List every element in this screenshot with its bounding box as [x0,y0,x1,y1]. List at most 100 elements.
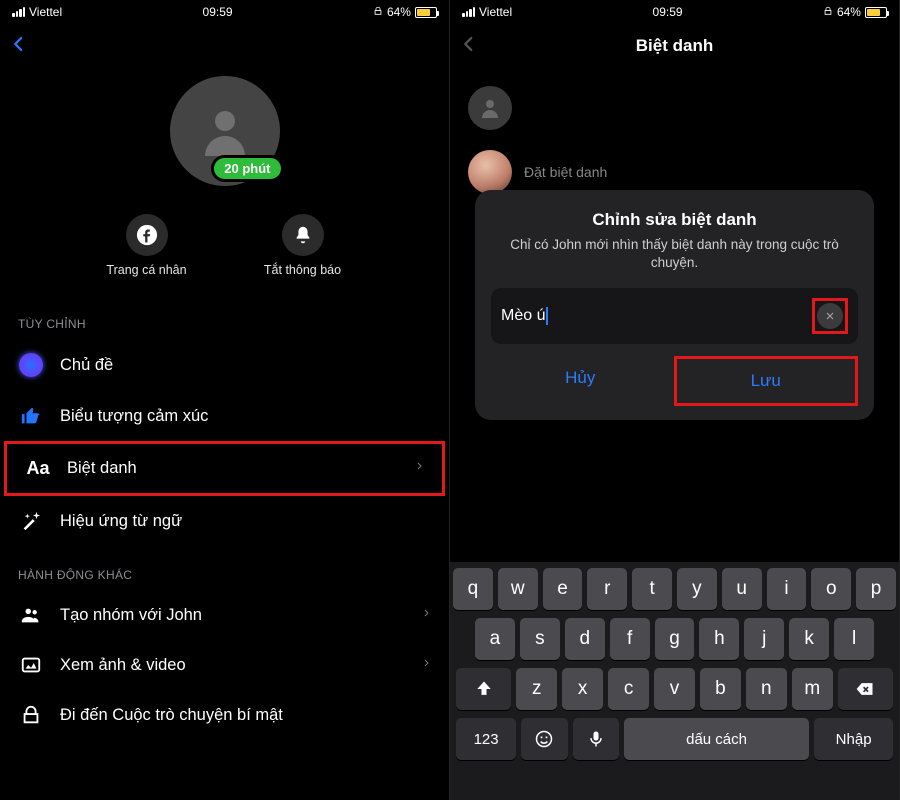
nav-bar: Biệt danh [450,24,899,68]
cancel-button[interactable]: Hủy [491,356,670,406]
profile-action-label: Trang cá nhân [106,263,186,277]
key-o[interactable]: o [811,568,851,610]
group-icon [18,604,44,626]
contact-subtitle: Đặt biệt danh [524,164,607,180]
key-g[interactable]: g [655,618,695,660]
key-p[interactable]: p [856,568,896,610]
keyboard-row-1: qwertyuiop [453,568,896,610]
key-d[interactable]: d [565,618,605,660]
orientation-lock-icon [373,5,383,19]
key-j[interactable]: j [744,618,784,660]
row-media[interactable]: Xem ảnh & video [0,640,449,690]
row-emoji-label: Biểu tượng cảm xúc [60,407,431,426]
row-nickname[interactable]: Aa Biệt danh [4,441,445,496]
clock: 09:59 [653,5,683,19]
mute-action-label: Tắt thông báo [264,263,341,277]
lock-icon [18,704,44,726]
key-z[interactable]: z [516,668,557,710]
battery-percent: 64% [387,5,411,19]
theme-icon [19,353,43,377]
clock: 09:59 [203,5,233,19]
keyboard-row-4: 123 dấu cách Nhập [453,718,896,760]
row-emoji[interactable]: Biểu tượng cảm xúc [0,391,449,441]
enter-key[interactable]: Nhập [814,718,893,760]
key-h[interactable]: h [699,618,739,660]
nav-title: Biệt danh [450,36,899,56]
status-bar: Viettel 09:59 64% [450,0,899,24]
row-create-group[interactable]: Tạo nhóm với John [0,590,449,640]
key-r[interactable]: r [587,568,627,610]
battery-icon [865,7,887,18]
row-word-effects[interactable]: Hiệu ứng từ ngữ [0,496,449,546]
mic-key[interactable] [573,718,619,760]
battery-fill [417,9,430,16]
media-icon [18,654,44,676]
emoji-key[interactable] [521,718,567,760]
clear-input-highlight [812,298,848,334]
key-a[interactable]: a [475,618,515,660]
mute-action[interactable]: Tắt thông báo [248,214,358,277]
bell-icon [282,214,324,256]
backspace-key[interactable] [838,668,893,710]
space-key[interactable]: dấu cách [624,718,809,760]
carrier-label: Viettel [479,5,512,19]
key-n[interactable]: n [746,668,787,710]
text-cursor [546,307,548,325]
key-e[interactable]: e [543,568,583,610]
edit-nickname-modal: Chỉnh sửa biệt danh Chỉ có John mới nhìn… [475,190,874,420]
keyboard-row-3: zxcvbnm [453,668,896,710]
chevron-right-icon [422,606,431,625]
keyboard-row-2: asdfghjkl [453,618,896,660]
status-bar: Viettel 09:59 64% [0,0,449,24]
back-button[interactable] [10,32,28,61]
row-word-effects-label: Hiệu ứng từ ngữ [60,512,431,531]
profile-action[interactable]: Trang cá nhân [92,214,202,277]
row-secret-chat[interactable]: Đi đến Cuộc trò chuyện bí mật [0,690,449,740]
chevron-right-icon [422,656,431,675]
keyboard: qwertyuiop asdfghjkl zxcvbnm 123 dấu các… [450,562,899,800]
key-c[interactable]: c [608,668,649,710]
clear-input-button[interactable] [817,303,843,329]
phone-right: Viettel 09:59 64% Biệt danh Đặt biệt dan… [450,0,900,800]
section-customize-header: TÙY CHỈNH [0,295,449,339]
key-f[interactable]: f [610,618,650,660]
key-l[interactable]: l [834,618,874,660]
profile-header: 20 phút Trang cá nhân Tắt thông báo [0,68,449,295]
key-w[interactable]: w [498,568,538,610]
numbers-key[interactable]: 123 [456,718,516,760]
contact-item[interactable] [464,76,885,140]
key-b[interactable]: b [700,668,741,710]
modal-subtitle: Chỉ có John mới nhìn thấy biệt danh này … [491,236,858,272]
key-t[interactable]: t [632,568,672,610]
presence-badge: 20 phút [211,155,283,182]
save-button[interactable]: Lưu [674,356,859,406]
key-v[interactable]: v [654,668,695,710]
back-button[interactable] [460,32,478,61]
key-x[interactable]: x [562,668,603,710]
key-i[interactable]: i [767,568,807,610]
row-nickname-label: Biệt danh [67,459,399,478]
nickname-input[interactable]: Mèo ú [491,288,858,344]
section-other-header: HÀNH ĐỘNG KHÁC [0,546,449,590]
shift-key[interactable] [456,668,511,710]
key-y[interactable]: y [677,568,717,610]
aa-icon: Aa [26,458,49,479]
signal-icon [12,7,25,17]
carrier-label: Viettel [29,5,62,19]
key-k[interactable]: k [789,618,829,660]
battery-icon [415,7,437,18]
key-u[interactable]: u [722,568,762,610]
row-secret-label: Đi đến Cuộc trò chuyện bí mật [60,706,431,725]
key-m[interactable]: m [792,668,833,710]
phone-left: Viettel 09:59 64% 20 phút Trang cá nhân [0,0,450,800]
nav-bar [0,24,449,68]
key-q[interactable]: q [453,568,493,610]
avatar[interactable]: 20 phút [170,76,280,186]
key-s[interactable]: s [520,618,560,660]
chevron-right-icon [415,459,424,478]
row-create-group-label: Tạo nhóm với John [60,606,406,625]
nickname-input-value: Mèo ú [501,307,812,325]
modal-title: Chỉnh sửa biệt danh [491,210,858,230]
row-theme[interactable]: Chủ đề [0,339,449,391]
signal-icon [462,7,475,17]
